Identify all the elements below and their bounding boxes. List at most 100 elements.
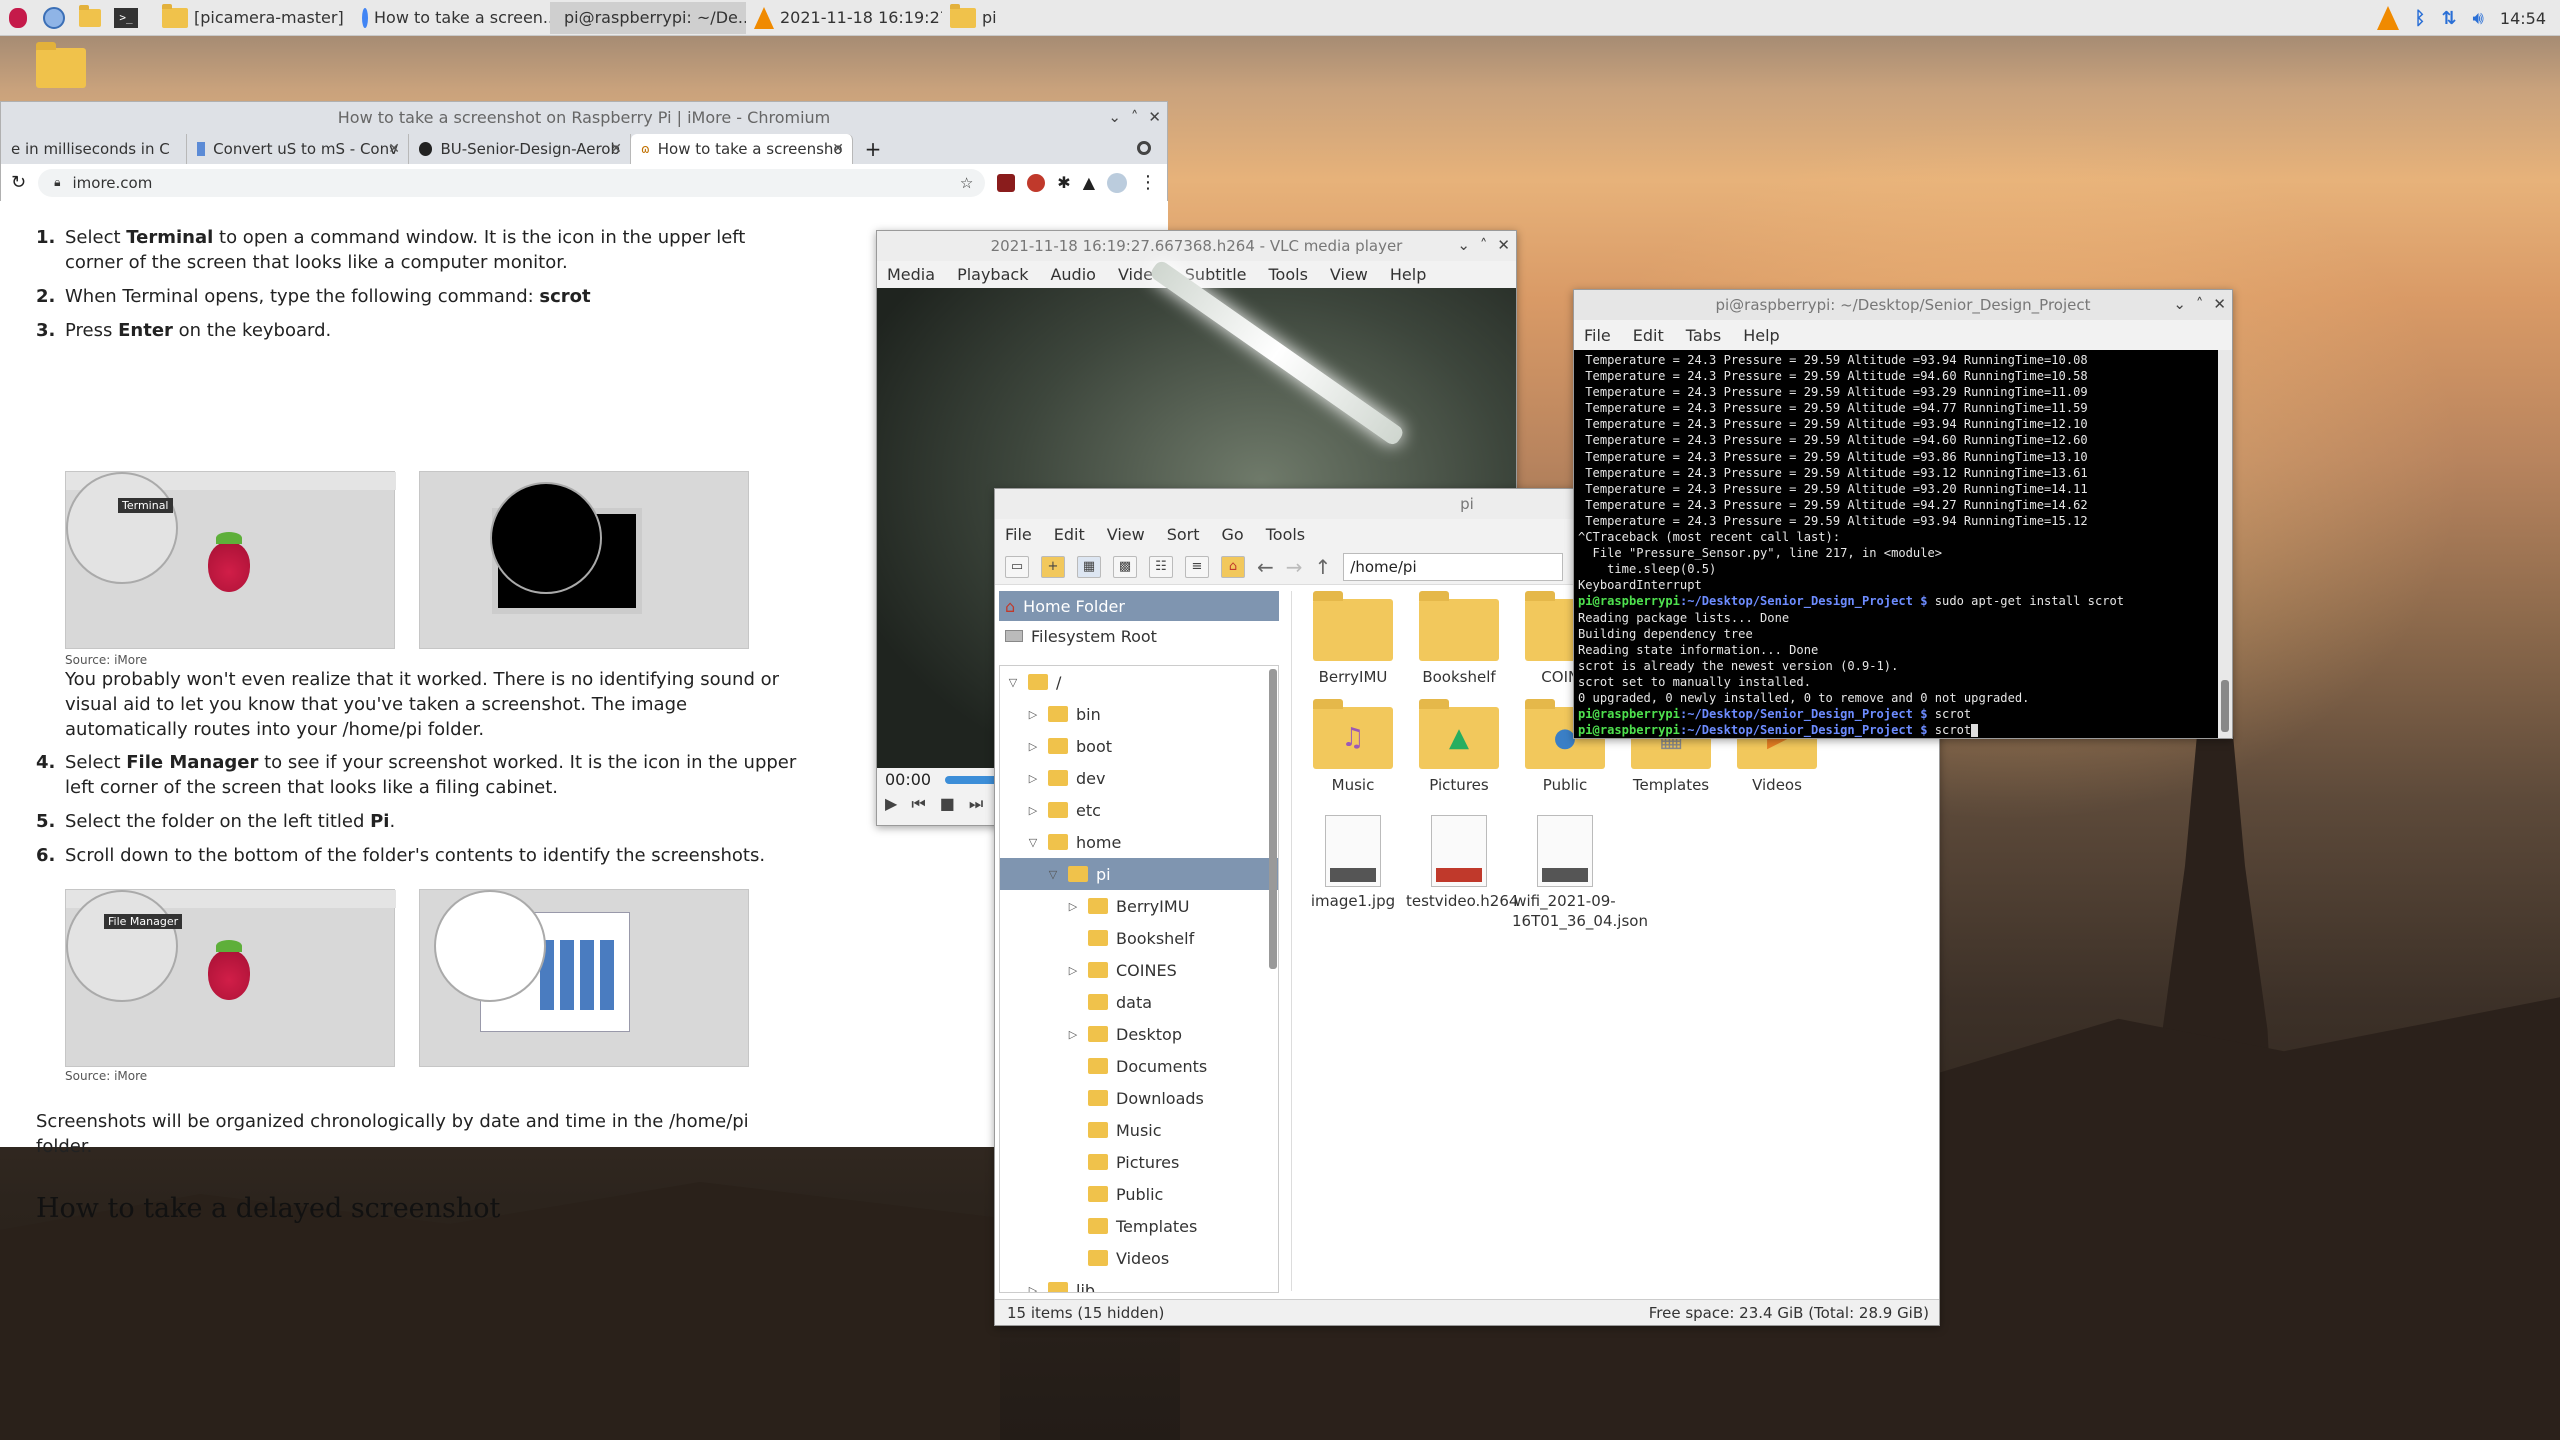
tab-imore[interactable]: ɷ How to take a screensho ✕ [631,134,853,164]
bluetooth-icon[interactable]: ᛒ [2415,8,2426,29]
bookmark-star-icon[interactable]: ☆ [960,174,973,192]
vlc-tray-icon[interactable] [2376,6,2399,30]
expander-icon[interactable]: ▷ [1026,804,1040,817]
vlc-menu-audio[interactable]: Audio [1050,265,1095,284]
vlc-menu-tools[interactable]: Tools [1269,265,1308,284]
tab-close-icon[interactable]: ✕ [610,141,622,157]
tree-node-coines[interactable]: ▷ COINES [1000,954,1278,986]
home-icon[interactable]: ⌂ [1221,555,1245,578]
tree-node-bin[interactable]: ▷ bin [1000,698,1278,730]
tree-node-pi[interactable]: ▽ pi [1000,858,1278,890]
tree-node-etc[interactable]: ▷ etc [1000,794,1278,826]
terminal-output[interactable]: Temperature = 24.3 Pressure = 29.59 Alti… [1574,350,2219,738]
term-menu-edit[interactable]: Edit [1633,326,1664,345]
expander-icon[interactable]: ▷ [1026,740,1040,753]
new-folder-icon[interactable]: + [1041,555,1065,578]
tab-milliseconds[interactable]: e in milliseconds in C [1,134,187,164]
file-item[interactable]: BerryIMU [1300,591,1406,687]
fm-menu-tools[interactable]: Tools [1266,525,1305,544]
web-browser-icon[interactable] [36,0,72,36]
close-icon[interactable]: ✕ [1148,108,1161,126]
tab-convert[interactable]: Convert uS to mS - Conv ✕ [187,134,409,164]
close-icon[interactable]: ✕ [1497,236,1510,254]
expander-icon[interactable]: ▷ [1026,772,1040,785]
profile-icon[interactable] [1107,172,1127,193]
up-icon[interactable]: ↑ [1315,555,1332,579]
tab-search-icon[interactable] [1137,141,1151,155]
vlc-menu-playback[interactable]: Playback [957,265,1028,284]
tab-close-icon[interactable]: ✕ [832,141,844,157]
task-vlc[interactable]: 2021-11-18 16:19:27.... [746,2,942,34]
tree-node-music[interactable]: Music [1000,1114,1278,1146]
tree-node-berryimu[interactable]: ▷ BerryIMU [1000,890,1278,922]
task-terminal[interactable]: pi@raspberrypi: ~/De... [550,1,746,34]
term-menu-help[interactable]: Help [1743,326,1779,345]
desktop-folder-icon[interactable] [36,42,86,88]
task-picamera-folder[interactable]: [picamera-master] [154,2,354,34]
task-chromium[interactable]: How to take a screen... [354,2,550,34]
window-menu-icon[interactable]: ⌄ [2173,295,2186,313]
previous-icon[interactable]: ⏮ [911,794,925,814]
file-item[interactable]: image1.jpg [1300,815,1406,911]
file-item[interactable]: wifi_2021-09-16T01_36_04.json [1512,815,1648,931]
compact-view-icon[interactable]: ☷ [1149,555,1173,578]
close-icon[interactable]: ✕ [2213,295,2226,313]
vlc-menu-subtitle[interactable]: Subtitle [1185,265,1247,284]
maximize-icon[interactable]: ˄ [1131,108,1139,126]
icon-view-icon[interactable]: ▦ [1077,555,1101,578]
expander-icon[interactable]: ▷ [1026,1284,1040,1293]
tree-node-bookshelf[interactable]: Bookshelf [1000,922,1278,954]
term-menu-file[interactable]: File [1584,326,1611,345]
browser-menu-icon[interactable]: ⋮ [1139,172,1157,193]
forward-icon[interactable]: → [1286,555,1303,579]
window-menu-icon[interactable]: ⌄ [1457,236,1470,254]
terminal-scrollbar[interactable] [2218,350,2232,738]
tab-close-icon[interactable]: ✕ [388,141,400,157]
tree-node-desktop[interactable]: ▷ Desktop [1000,1018,1278,1050]
network-icon[interactable]: ⇅ [2441,8,2456,29]
stop-icon[interactable]: ■ [940,794,955,814]
play-icon[interactable]: ▶ [885,794,897,814]
extensions-puzzle-icon[interactable]: ✱ [1057,173,1070,192]
vlc-menu-media[interactable]: Media [887,265,935,284]
tree-node-data[interactable]: data [1000,986,1278,1018]
tree-node-lib[interactable]: ▷ lib [1000,1274,1278,1293]
expander-icon[interactable]: ▽ [1006,676,1020,689]
tree-node-pictures[interactable]: Pictures [1000,1146,1278,1178]
new-window-icon[interactable]: ▭ [1005,555,1029,578]
fm-menu-view[interactable]: View [1107,525,1145,544]
clock[interactable]: 14:54 [2500,9,2546,28]
expander-icon[interactable]: ▷ [1066,900,1080,913]
fm-menu-sort[interactable]: Sort [1167,525,1200,544]
vlc-menu-view[interactable]: View [1330,265,1368,284]
tree-node-home[interactable]: ▽ home [1000,826,1278,858]
tree-node-downloads[interactable]: Downloads [1000,1082,1278,1114]
place-home-folder[interactable]: ⌂ Home Folder [999,591,1279,621]
file-item[interactable]: ▲ Pictures [1406,699,1512,795]
fm-menu-edit[interactable]: Edit [1054,525,1085,544]
task-pi-folder[interactable]: pi [942,2,1138,34]
maximize-icon[interactable]: ˄ [1480,236,1488,254]
tree-node-public[interactable]: Public [1000,1178,1278,1210]
expander-icon[interactable]: ▽ [1026,836,1040,849]
tree-node-videos[interactable]: Videos [1000,1242,1278,1274]
window-menu-icon[interactable]: ⌄ [1108,108,1121,126]
account-icon[interactable]: ▲ [1083,173,1095,192]
file-item[interactable]: Bookshelf [1406,591,1512,687]
tree-node-templates[interactable]: Templates [1000,1210,1278,1242]
next-icon[interactable]: ⏭ [969,794,983,814]
file-manager-icon[interactable] [72,0,108,36]
fm-menu-go[interactable]: Go [1222,525,1244,544]
tab-github[interactable]: BU-Senior-Design-Aerob ✕ [409,134,631,164]
extension-icon[interactable] [1027,173,1046,192]
reload-icon[interactable]: ↻ [11,172,26,193]
fm-menu-file[interactable]: File [1005,525,1032,544]
terminal-icon[interactable]: >_ [108,0,144,36]
list-view-icon[interactable]: ≡ [1185,555,1209,578]
raspberry-menu-icon[interactable] [0,0,36,36]
expander-icon[interactable]: ▷ [1066,1028,1080,1041]
tree-node-boot[interactable]: ▷ boot [1000,730,1278,762]
thumbnail-view-icon[interactable]: ▩ [1113,555,1137,578]
vlc-menu-help[interactable]: Help [1390,265,1426,284]
tree-scrollbar[interactable] [1269,669,1277,969]
